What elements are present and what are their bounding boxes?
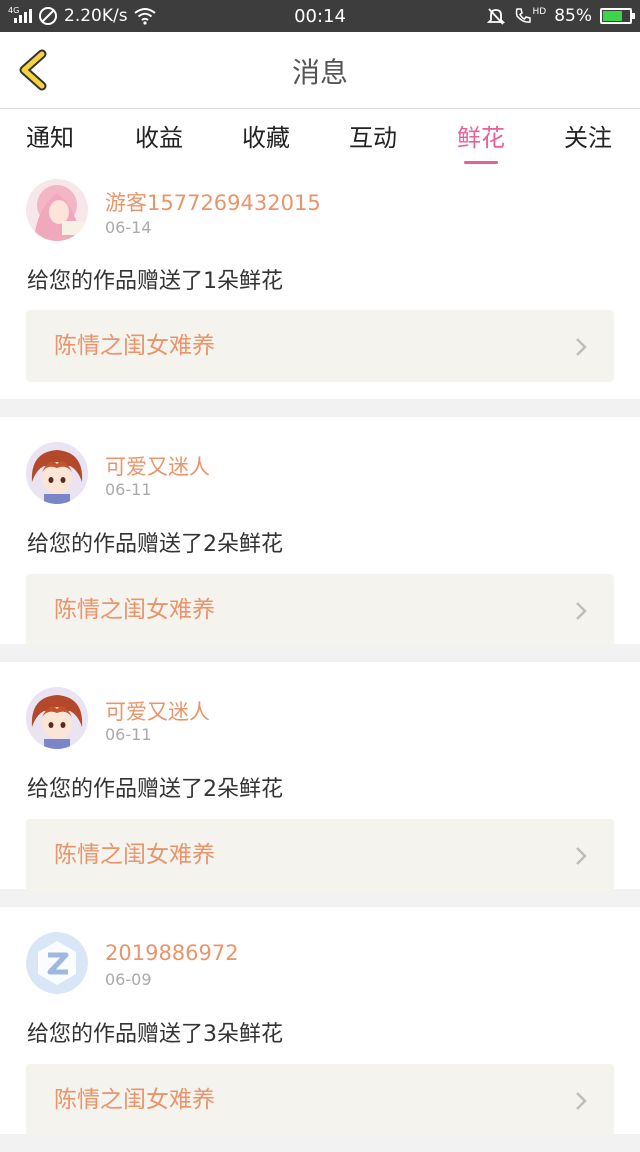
work-link[interactable]: 陈情之闺女难养 — [26, 574, 614, 646]
message-text: 给您的作品赠送了2朵鲜花 — [27, 532, 283, 557]
avatar[interactable] — [26, 687, 88, 749]
work-title: 陈情之闺女难养 — [54, 597, 215, 623]
tab-interactions[interactable]: 互动 — [328, 109, 418, 173]
message-item: 可爱又迷人 06-11 给您的作品赠送了2朵鲜花 陈情之闺女难养 — [0, 417, 640, 646]
message-date: 06-11 — [105, 725, 152, 744]
tab-flowers[interactable]: 鲜花 — [436, 109, 526, 173]
message-text: 给您的作品赠送了3朵鲜花 — [27, 1022, 283, 1047]
avatar[interactable] — [26, 442, 88, 504]
tab-follows[interactable]: 关注 — [543, 109, 633, 173]
tab-favorites[interactable]: 收藏 — [221, 109, 311, 173]
tab-bar: 通知 收益 收藏 互动 鲜花 关注 — [0, 109, 640, 173]
work-title: 陈情之闺女难养 — [54, 333, 215, 359]
hd-label: HD — [532, 7, 547, 17]
tab-label: 收益 — [135, 124, 183, 152]
username[interactable]: 游客1577269432015 — [105, 187, 321, 217]
status-bar: 4G 2.20K/s 00:14 HD 85% — [0, 0, 640, 32]
hd-call-icon: HD — [514, 7, 547, 25]
chevron-right-icon — [576, 847, 587, 865]
bell-muted-icon — [486, 8, 505, 25]
tab-label: 关注 — [564, 124, 612, 152]
username[interactable]: 2019886972 — [105, 941, 239, 965]
tab-notifications[interactable]: 通知 — [5, 109, 95, 173]
active-tab-indicator — [464, 161, 498, 164]
tab-earnings[interactable]: 收益 — [114, 109, 204, 173]
message-date: 06-09 — [105, 970, 152, 989]
avatar[interactable] — [26, 179, 88, 241]
message-item: 游客1577269432015 06-14 给您的作品赠送了1朵鲜花 陈情之闺女… — [0, 173, 640, 399]
work-link[interactable]: 陈情之闺女难养 — [26, 819, 614, 891]
chevron-right-icon — [576, 338, 587, 356]
top-nav-bar: 消息 — [0, 32, 640, 109]
anime-avatar-icon — [26, 442, 88, 504]
tab-label: 鲜花 — [457, 124, 505, 152]
message-date: 06-11 — [105, 480, 152, 499]
chevron-right-icon — [576, 602, 587, 620]
work-link[interactable]: 陈情之闺女难养 — [26, 310, 614, 382]
message-list: 游客1577269432015 06-14 给您的作品赠送了1朵鲜花 陈情之闺女… — [0, 173, 640, 1152]
battery-percent: 85% — [554, 6, 592, 26]
message-text: 给您的作品赠送了2朵鲜花 — [27, 777, 283, 802]
work-title: 陈情之闺女难养 — [54, 842, 215, 868]
tab-label: 互动 — [349, 124, 397, 152]
page-title: 消息 — [291, 55, 348, 89]
tab-label: 通知 — [26, 124, 74, 152]
message-date: 06-14 — [105, 218, 152, 237]
message-text: 给您的作品赠送了1朵鲜花 — [27, 269, 283, 294]
battery-icon — [600, 8, 635, 24]
username[interactable]: 可爱又迷人 — [105, 696, 210, 726]
status-right: HD 85% — [486, 0, 635, 32]
username[interactable]: 可爱又迷人 — [105, 451, 210, 481]
avatar[interactable] — [26, 932, 88, 994]
work-title: 陈情之闺女难养 — [54, 1087, 215, 1113]
chevron-right-icon — [576, 1092, 587, 1110]
tab-label: 收藏 — [242, 124, 290, 152]
default-avatar-icon — [26, 932, 88, 994]
message-item: 可爱又迷人 06-11 给您的作品赠送了2朵鲜花 陈情之闺女难养 — [0, 662, 640, 891]
anime-avatar-icon — [26, 179, 88, 241]
anime-avatar-icon — [26, 687, 88, 749]
message-item: 2019886972 06-09 给您的作品赠送了3朵鲜花 陈情之闺女难养 — [0, 907, 640, 1136]
work-link[interactable]: 陈情之闺女难养 — [26, 1064, 614, 1136]
